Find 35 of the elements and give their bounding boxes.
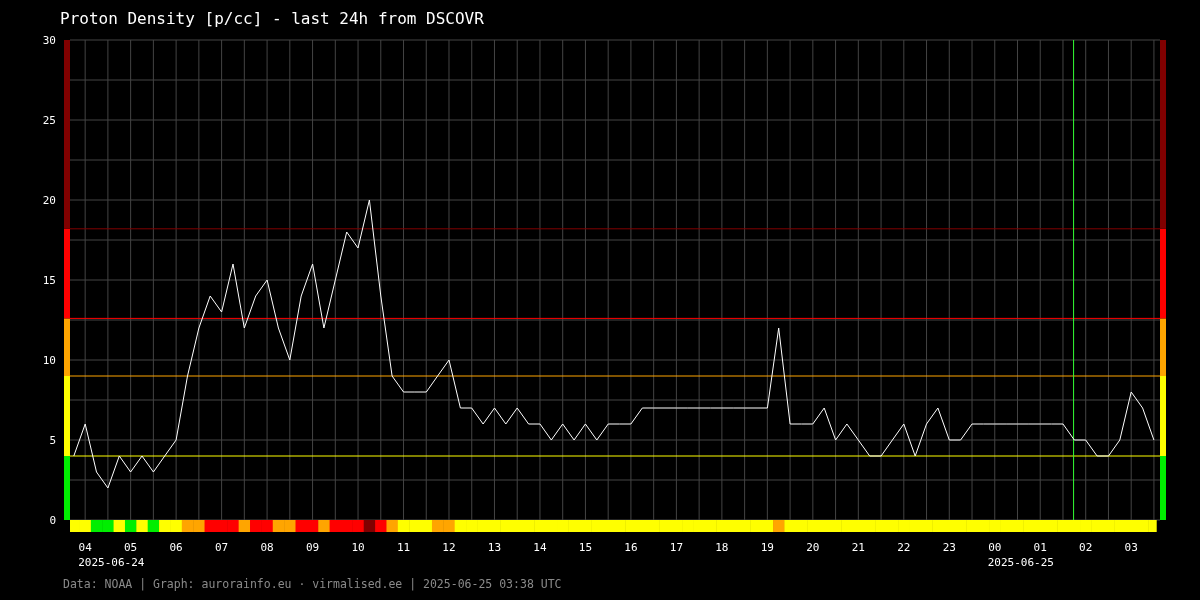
- x-tick-label: 04: [78, 541, 92, 554]
- x-tick-label: 12: [442, 541, 456, 554]
- x-tick-label: 07: [214, 541, 229, 554]
- y-tick-label: 25: [42, 114, 56, 127]
- x-tick-label: 15: [578, 541, 593, 554]
- date-label: 2025-06-25: [987, 556, 1054, 569]
- x-tick-label: 10: [351, 541, 365, 554]
- x-tick-label: 11: [396, 541, 411, 554]
- x-tick-label: 23: [942, 541, 956, 554]
- x-tick-label: 13: [487, 541, 502, 554]
- x-tick-label: 20: [806, 541, 820, 554]
- y-tick-label: 20: [42, 194, 56, 207]
- chart-title: Proton Density [p/cc] - last 24h from DSCOVR: [60, 8, 484, 28]
- y-tick-label: 5: [49, 434, 56, 447]
- x-tick-label: 01: [1033, 541, 1047, 554]
- y-tick-label: 15: [42, 274, 56, 287]
- x-tick-label: 16: [624, 541, 638, 554]
- x-tick-label: 22: [897, 541, 911, 554]
- y-tick-label: 30: [42, 34, 56, 47]
- y-tick-label: 0: [49, 514, 56, 527]
- y-tick-label: 10: [42, 354, 56, 367]
- x-tick-label: 03: [1124, 541, 1138, 554]
- x-tick-label: 02: [1079, 541, 1093, 554]
- x-tick-label: 00: [988, 541, 1002, 554]
- date-label: 2025-06-24: [78, 556, 145, 569]
- source-credit: Data: NOAA | Graph: aurorainfo.eu · virmalised.ee | 2025-06-25 03:38 UTC: [63, 577, 562, 591]
- x-tick-label: 19: [760, 541, 774, 554]
- x-tick-label: 06: [169, 541, 183, 554]
- x-tick-label: 09: [305, 541, 320, 554]
- x-tick-label: 05: [124, 541, 138, 554]
- x-tick-label: 08: [260, 541, 274, 554]
- x-tick-label: 17: [669, 541, 683, 554]
- x-tick-label: 18: [715, 541, 729, 554]
- x-tick-label: 21: [851, 541, 865, 554]
- x-tick-label: 14: [533, 541, 547, 554]
